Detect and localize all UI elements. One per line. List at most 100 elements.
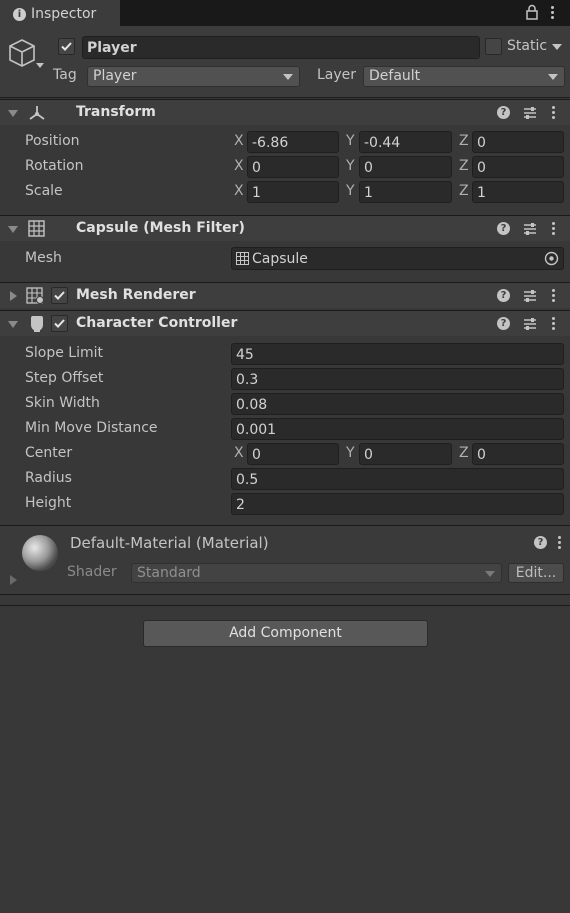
axis-y-label[interactable]: Y [346, 133, 355, 149]
gameobject-name-input[interactable]: Player [82, 36, 480, 59]
axis-y-label[interactable]: Y [346, 158, 355, 174]
foldout-expanded-icon[interactable] [8, 226, 18, 233]
skin-width-field[interactable]: 0.08 [231, 393, 564, 415]
step-offset-field[interactable]: 0.3 [231, 368, 564, 390]
radius-label: Radius [25, 470, 72, 486]
tag-label: Tag [53, 67, 77, 83]
axis-y-label[interactable]: Y [346, 445, 355, 461]
mesh-filter-icon [28, 220, 45, 237]
material-preview-icon [20, 533, 60, 573]
axis-y-label[interactable]: Y [346, 183, 355, 199]
material-title: Default-Material (Material) [70, 534, 269, 552]
radius-field[interactable]: 0.5 [231, 468, 564, 490]
foldout-expanded-icon[interactable] [8, 110, 18, 117]
center-x-field[interactable]: 0 [247, 443, 339, 465]
tab-inspector-label: Inspector [31, 6, 97, 22]
mesh-object-field[interactable]: Capsule [231, 247, 564, 270]
scale-z-field[interactable]: 1 [472, 181, 564, 203]
position-x-field[interactable]: -6.86 [247, 131, 339, 153]
help-icon[interactable]: ? [497, 317, 510, 330]
layer-label: Layer [317, 67, 357, 83]
skin-width-label: Skin Width [25, 395, 100, 411]
transform-title: Transform [76, 104, 156, 120]
axis-x-label[interactable]: X [234, 183, 244, 199]
center-y-field[interactable]: 0 [359, 443, 452, 465]
character-controller-enabled-checkbox[interactable] [51, 315, 68, 332]
slope-limit-label: Slope Limit [25, 345, 103, 361]
help-icon[interactable]: ? [497, 106, 510, 119]
chevron-down-icon [548, 74, 558, 80]
rotation-y-field[interactable]: 0 [359, 156, 452, 178]
character-controller-title: Character Controller [76, 315, 238, 331]
lock-icon[interactable] [525, 4, 539, 20]
axis-z-label[interactable]: Z [459, 445, 469, 461]
foldout-collapsed-icon[interactable] [10, 575, 17, 585]
presets-icon[interactable] [522, 288, 538, 304]
presets-icon[interactable] [522, 221, 538, 237]
axis-x-label[interactable]: X [234, 158, 244, 174]
component-menu-icon[interactable] [558, 536, 562, 550]
axis-z-label[interactable]: Z [459, 158, 469, 174]
shader-edit-button[interactable]: Edit... [508, 563, 564, 583]
min-move-distance-label: Min Move Distance [25, 420, 158, 436]
mesh-filter-header[interactable]: Capsule (Mesh Filter) ? [0, 215, 570, 241]
tag-dropdown[interactable]: Player [87, 66, 300, 87]
tab-inspector[interactable]: i Inspector [0, 0, 120, 26]
info-icon: i [13, 8, 26, 21]
center-z-field[interactable]: 0 [472, 443, 564, 465]
static-label: Static [507, 38, 548, 54]
mesh-renderer-title: Mesh Renderer [76, 287, 196, 303]
chevron-down-icon [485, 571, 495, 577]
presets-icon[interactable] [522, 105, 538, 121]
shader-dropdown[interactable]: Standard [131, 563, 502, 583]
component-menu-icon[interactable] [552, 289, 556, 303]
shader-value: Standard [137, 565, 201, 581]
rotation-x-field[interactable]: 0 [247, 156, 339, 178]
mesh-renderer-header[interactable]: Mesh Renderer ? [0, 282, 570, 308]
help-icon[interactable]: ? [497, 289, 510, 302]
position-label: Position [25, 133, 80, 149]
shader-label: Shader [67, 564, 117, 580]
min-move-distance-field[interactable]: 0.001 [231, 418, 564, 440]
add-component-button[interactable]: Add Component [143, 620, 428, 647]
position-y-field[interactable]: -0.44 [359, 131, 452, 153]
position-z-field[interactable]: 0 [472, 131, 564, 153]
gameobject-icon[interactable] [8, 36, 44, 72]
help-icon[interactable]: ? [497, 222, 510, 235]
axis-x-label[interactable]: X [234, 133, 244, 149]
gameobject-active-checkbox[interactable] [58, 38, 75, 55]
scale-y-field[interactable]: 1 [359, 181, 452, 203]
tag-value: Player [93, 68, 137, 84]
mesh-value: Capsule [252, 251, 308, 267]
scale-label: Scale [25, 183, 63, 199]
chevron-down-icon [283, 74, 293, 80]
mesh-renderer-enabled-checkbox[interactable] [51, 287, 68, 304]
component-menu-icon[interactable] [552, 106, 556, 120]
rotation-z-field[interactable]: 0 [472, 156, 564, 178]
layer-dropdown[interactable]: Default [363, 66, 565, 87]
character-controller-header[interactable]: Character Controller ? [0, 310, 570, 336]
axis-z-label[interactable]: Z [459, 133, 469, 149]
axis-x-label[interactable]: X [234, 445, 244, 461]
tab-menu-icon[interactable] [551, 6, 555, 20]
foldout-collapsed-icon[interactable] [10, 291, 17, 301]
static-dropdown-icon[interactable] [552, 44, 562, 50]
rotation-label: Rotation [25, 158, 84, 174]
slope-limit-field[interactable]: 45 [231, 343, 564, 365]
layer-value: Default [369, 68, 421, 84]
help-icon[interactable]: ? [534, 536, 547, 549]
transform-header[interactable]: Transform ? [0, 99, 570, 125]
height-field[interactable]: 2 [231, 493, 564, 515]
mesh-icon [236, 252, 249, 265]
presets-icon[interactable] [522, 316, 538, 332]
component-menu-icon[interactable] [552, 222, 556, 236]
height-label: Height [25, 495, 72, 511]
object-picker-icon[interactable] [544, 251, 559, 266]
scale-x-field[interactable]: 1 [247, 181, 339, 203]
foldout-expanded-icon[interactable] [8, 321, 18, 328]
component-menu-icon[interactable] [552, 317, 556, 331]
transform-icon [28, 104, 46, 122]
mesh-label: Mesh [25, 250, 62, 266]
static-checkbox[interactable] [485, 38, 502, 55]
axis-z-label[interactable]: Z [459, 183, 469, 199]
